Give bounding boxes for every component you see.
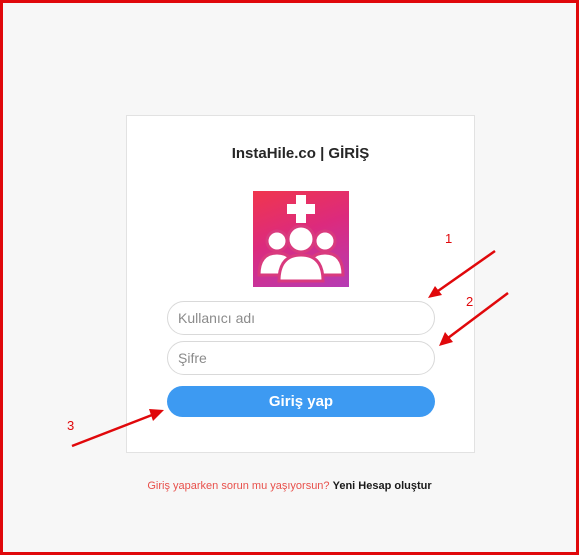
password-input[interactable]: [167, 341, 435, 375]
login-button[interactable]: Giriş yap: [167, 386, 435, 417]
annotation-number-3: 3: [67, 418, 75, 433]
group-plus-icon: [257, 195, 345, 283]
username-input[interactable]: [167, 301, 435, 335]
signup-link[interactable]: Yeni Hesap oluştur: [333, 480, 432, 492]
login-card: InstaHile.co | GİRİŞ Giriş yap: [126, 115, 475, 453]
annotation-number-1: 1: [445, 231, 453, 246]
app-logo: [253, 191, 349, 287]
help-question: Giriş yaparken sorun mu yaşıyorsun?: [147, 480, 330, 492]
footer-help: Giriş yaparken sorun mu yaşıyorsun? Yeni…: [0, 480, 579, 492]
annotation-number-2: 2: [466, 294, 474, 309]
page-title: InstaHile.co | GİRİŞ: [231, 145, 370, 162]
